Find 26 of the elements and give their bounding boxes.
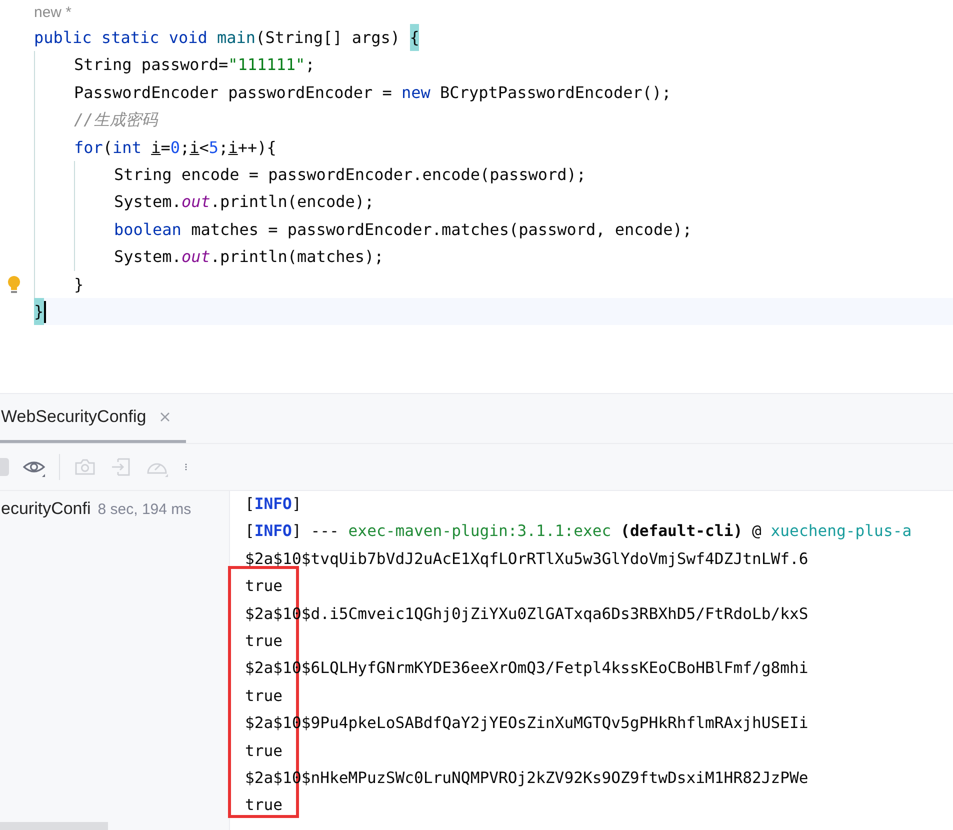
code-line: String encode = passwordEncoder.encode(password); <box>114 164 588 186</box>
run-duration: 8 sec, 194 ms <box>98 501 192 518</box>
scrollbar[interactable] <box>0 822 108 830</box>
code-line: for(int i=0;i<5;i++){ <box>74 136 278 159</box>
console-line: true <box>245 630 284 652</box>
text-caret <box>44 300 46 323</box>
close-icon[interactable] <box>160 412 170 422</box>
run-name[interactable]: ecurityConfi <box>1 499 91 519</box>
code-line: String password="111111"; <box>74 54 316 76</box>
lightbulb-icon[interactable] <box>6 274 22 295</box>
code-line: System.out.println(matches); <box>114 246 385 268</box>
code-line: public static void main(String[] args) { <box>34 24 953 52</box>
console-line: [INFO] --- exec-maven-plugin:3.1.1:exec (default-cli) @ xuecheng-plus-a <box>245 521 913 542</box>
code-line: PasswordEncoder passwordEncoder = new BCryptPasswordEncoder(); <box>74 82 672 104</box>
code-line: boolean matches = passwordEncoder.matches(password, encode); <box>114 218 693 241</box>
console-line: [INFO] <box>245 494 302 515</box>
console-line: true <box>245 686 284 707</box>
console-line: true <box>245 740 284 762</box>
code-line: } <box>74 270 953 298</box>
code-line: System.out.println(encode); <box>114 191 376 214</box>
console-line: true <box>245 795 284 816</box>
console-line: true <box>245 576 284 598</box>
console-line: $2a$10$tvqUib7bVdJ2uAcE1XqfLOrRTlXu5w3GlYdoVmjSwf4DZJtnLWf.6 <box>245 548 810 570</box>
code-line: //生成密码 <box>74 109 160 132</box>
inlay-hint: new * <box>34 3 72 23</box>
run-tab[interactable]: WebSecurityConfig <box>0 394 186 443</box>
